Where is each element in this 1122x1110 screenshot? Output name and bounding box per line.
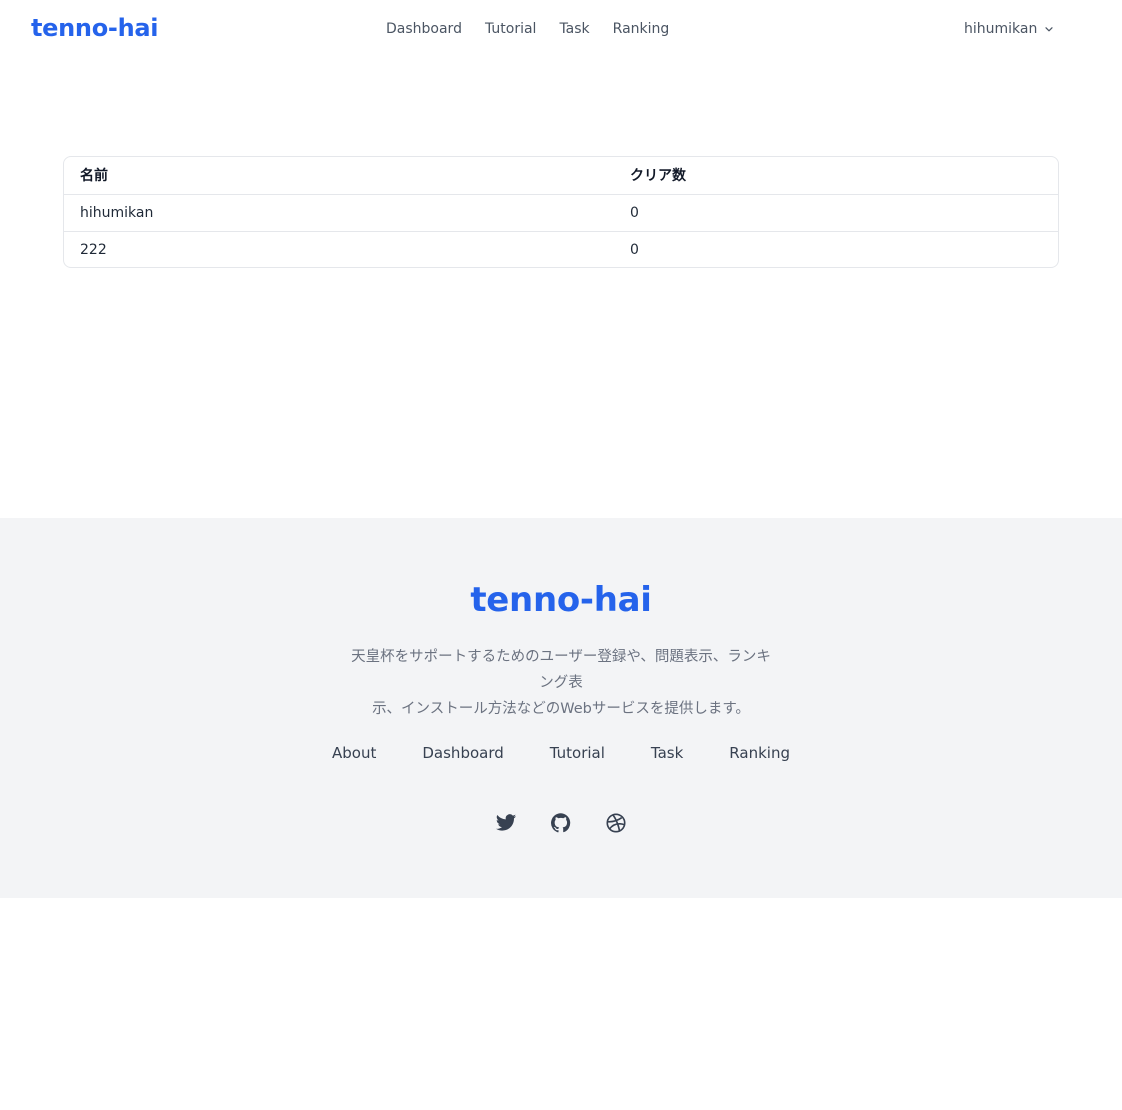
footer-description-line: 天皇杯をサポートするためのユーザー登録や、問題表示、ランキング表 [351, 649, 771, 691]
footer-nav: About Dashboard Tutorial Task Ranking [0, 744, 1122, 762]
nav-task[interactable]: Task [559, 21, 589, 37]
chevron-down-icon [1045, 27, 1053, 32]
footer-link-tutorial[interactable]: Tutorial [550, 744, 605, 762]
table-row: 222 0 [64, 230, 1058, 267]
user-name: hihumikan [964, 21, 1038, 37]
page: tenno-hai Dashboard Tutorial Task Rankin… [0, 0, 1122, 1110]
cell-name: 222 [64, 230, 614, 267]
footer-link-about[interactable]: About [332, 744, 376, 762]
cell-clear-count: 0 [614, 193, 1058, 231]
ranking-table-card: 名前 クリア数 hihumikan 0 222 0 [63, 156, 1059, 268]
footer: tenno-hai 天皇杯をサポートするためのユーザー登録や、問題表示、ランキン… [0, 518, 1122, 898]
cell-clear-count: 0 [614, 230, 1058, 267]
navbar: tenno-hai Dashboard Tutorial Task Rankin… [0, 0, 1122, 62]
footer-description: 天皇杯をサポートするためのユーザー登録や、問題表示、ランキング表 示、インストー… [345, 644, 777, 722]
footer-description-line: 示、インストール方法などのWebサービスを提供します。 [372, 701, 750, 717]
nav-dashboard[interactable]: Dashboard [386, 21, 462, 37]
table-row: hihumikan 0 [64, 193, 1058, 231]
github-icon[interactable] [550, 812, 572, 834]
user-menu[interactable]: hihumikan [964, 21, 1055, 37]
nav-ranking[interactable]: Ranking [613, 21, 670, 37]
social-links [0, 812, 1122, 834]
twitter-icon[interactable] [495, 812, 517, 834]
column-header-clear-count: クリア数 [630, 168, 686, 185]
ranking-table: 名前 クリア数 hihumikan 0 222 0 [64, 157, 1058, 267]
dribbble-icon[interactable] [605, 812, 627, 834]
footer-link-ranking[interactable]: Ranking [729, 744, 790, 762]
nav-tutorial[interactable]: Tutorial [485, 21, 536, 37]
footer-brand: tenno-hai [470, 580, 652, 620]
brand-logo[interactable]: tenno-hai [31, 14, 158, 42]
cell-name: hihumikan [64, 193, 614, 231]
footer-link-task[interactable]: Task [651, 744, 683, 762]
column-header-name: 名前 [80, 168, 108, 185]
main-nav: Dashboard Tutorial Task Ranking [386, 21, 692, 37]
table-header-row: 名前 クリア数 [64, 157, 1058, 194]
footer-link-dashboard[interactable]: Dashboard [422, 744, 503, 762]
